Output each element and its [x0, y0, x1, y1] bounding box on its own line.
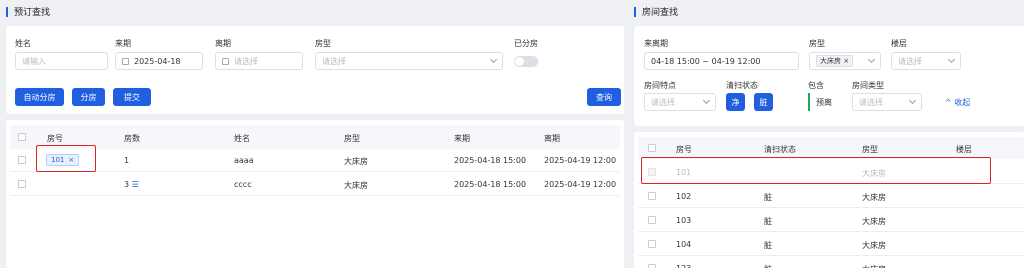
- table-row[interactable]: 103 脏 大床房: [638, 208, 1024, 232]
- list-icon[interactable]: ☰: [132, 180, 139, 189]
- row-checkbox[interactable]: [648, 192, 656, 200]
- row-checkbox[interactable]: [648, 240, 656, 248]
- dirty-filter-button[interactable]: 脏: [754, 93, 773, 111]
- room-type: 大床房: [344, 157, 368, 166]
- booking-table-header: 房号 房数 姓名 房型 来期 离期: [10, 125, 620, 149]
- name-label: 姓名: [15, 39, 31, 48]
- chevron-down-icon: [702, 96, 711, 105]
- guest-name: aaaa: [234, 156, 254, 165]
- chevron-up-icon: ^: [945, 98, 955, 107]
- col-arrival: 来期: [454, 134, 470, 143]
- room-type: 大床房: [862, 217, 886, 226]
- row-checkbox[interactable]: [18, 156, 26, 164]
- chevron-down-icon: [867, 55, 876, 64]
- room-type-label: 房型: [809, 39, 825, 48]
- calendar-icon: [222, 57, 229, 65]
- table-row[interactable]: 104 脏 大床房: [638, 232, 1024, 256]
- room-type: 大床房: [862, 193, 886, 202]
- query-button[interactable]: 查询: [587, 88, 621, 106]
- period-label: 来离期: [644, 39, 668, 48]
- row-checkbox[interactable]: [648, 216, 656, 224]
- departure-date-picker[interactable]: 请选择: [215, 52, 303, 70]
- booking-table: 房号 房数 姓名 房型 来期 离期 101 × 1 aaaa 大床房 2025-0…: [6, 120, 624, 268]
- col-room-type: 房型: [344, 134, 360, 143]
- departure-time: 2025-04-19 12:00: [544, 156, 617, 165]
- floor-select[interactable]: 请选择: [891, 52, 961, 70]
- col-room-type: 房型: [862, 145, 878, 154]
- include-due-out-option[interactable]: 预离: [808, 93, 832, 111]
- arrival-time: 2025-04-18 15:00: [454, 180, 527, 189]
- col-room-no: 房号: [676, 145, 692, 154]
- highlight-box: [641, 157, 991, 184]
- table-row[interactable]: 102 脏 大床房: [638, 184, 1024, 208]
- room-number: 104: [676, 240, 692, 249]
- assigned-label: 已分房: [514, 39, 538, 48]
- room-type-label: 房型: [315, 39, 331, 48]
- arrival-date-picker[interactable]: 2025-04-18: [115, 52, 203, 70]
- row-checkbox[interactable]: [18, 180, 26, 188]
- arrival-label: 来期: [115, 39, 131, 48]
- table-row[interactable]: 101 × 1 aaaa 大床房 2025-04-18 15:00 2025-04…: [10, 149, 620, 172]
- clean-status: 脏: [764, 193, 772, 202]
- room-number: 123: [676, 264, 691, 268]
- table-row[interactable]: 123 脏 大床房: [638, 256, 1024, 268]
- clean-status-label: 清扫状态: [726, 81, 758, 90]
- room-search-title: 房间查找: [634, 5, 678, 18]
- select-all-checkbox[interactable]: [648, 144, 656, 152]
- room-kind-select[interactable]: 请选择: [852, 93, 922, 111]
- clean-status: 脏: [764, 217, 772, 226]
- col-floor: 楼层: [956, 145, 972, 154]
- booking-search-title: 预订查找: [6, 5, 50, 18]
- room-number: 103: [676, 216, 692, 225]
- arrival-time: 2025-04-18 15:00: [454, 156, 527, 165]
- room-count: 1: [124, 156, 130, 165]
- departure-label: 离期: [215, 39, 231, 48]
- room-search-form: 来离期 04-18 15:00 ~ 04-19 12:00 房型 大床房 × 楼…: [634, 26, 1024, 126]
- room-type: 大床房: [344, 181, 368, 190]
- period-range-picker[interactable]: 04-18 15:00 ~ 04-19 12:00: [644, 52, 799, 70]
- booking-search-form: 姓名 请输入 来期 2025-04-18 离期 请选择 房型 请选择 已分房 自…: [6, 26, 624, 114]
- room-type-select[interactable]: 大床房 ×: [809, 52, 881, 70]
- room-table-header: 房号 清扫状态 房型 楼层: [638, 137, 1024, 159]
- room-table: 房号 清扫状态 房型 楼层 101 大床房 102 脏 大床房 103 脏 大床…: [634, 132, 1024, 268]
- highlight-box: [36, 145, 96, 172]
- clean-status: 脏: [764, 264, 772, 268]
- col-room-count: 房数: [124, 134, 140, 143]
- room-count: 3 ☰: [124, 180, 139, 189]
- clean-filter-button[interactable]: 净: [726, 93, 745, 111]
- col-departure: 离期: [544, 134, 560, 143]
- close-icon[interactable]: ×: [843, 57, 849, 65]
- clean-status: 脏: [764, 241, 772, 250]
- name-input[interactable]: 请输入: [15, 52, 108, 70]
- chevron-down-icon: [947, 55, 956, 64]
- include-label: 包含: [808, 81, 824, 90]
- chevron-down-icon: [489, 55, 498, 64]
- room-kind-label: 房间类型: [852, 81, 884, 90]
- departure-time: 2025-04-19 12:00: [544, 180, 617, 189]
- col-room-no: 房号: [47, 134, 63, 143]
- table-row[interactable]: 3 ☰ cccc 大床房 2025-04-18 15:00 2025-04-19…: [10, 172, 620, 196]
- assigned-toggle[interactable]: [514, 56, 538, 67]
- collapse-link[interactable]: ^ 收起: [945, 97, 970, 108]
- room-type: 大床房: [862, 264, 886, 268]
- chevron-down-icon: [908, 96, 917, 105]
- room-type-tag: 大床房 ×: [816, 55, 854, 67]
- col-name: 姓名: [234, 134, 250, 143]
- room-type: 大床房: [862, 241, 886, 250]
- room-type-select[interactable]: 请选择: [315, 52, 503, 70]
- row-checkbox[interactable]: [648, 264, 656, 268]
- submit-button[interactable]: 提交: [113, 88, 151, 106]
- feature-select[interactable]: 请选择: [644, 93, 716, 111]
- assign-button[interactable]: 分房: [72, 88, 105, 106]
- auto-assign-button[interactable]: 自动分房: [15, 88, 64, 106]
- select-all-checkbox[interactable]: [18, 133, 26, 141]
- calendar-icon: [122, 57, 129, 65]
- col-clean-status: 清扫状态: [764, 145, 796, 154]
- guest-name: cccc: [234, 180, 252, 189]
- floor-label: 楼层: [891, 39, 907, 48]
- room-number: 102: [676, 192, 692, 201]
- feature-label: 房间特点: [644, 81, 676, 90]
